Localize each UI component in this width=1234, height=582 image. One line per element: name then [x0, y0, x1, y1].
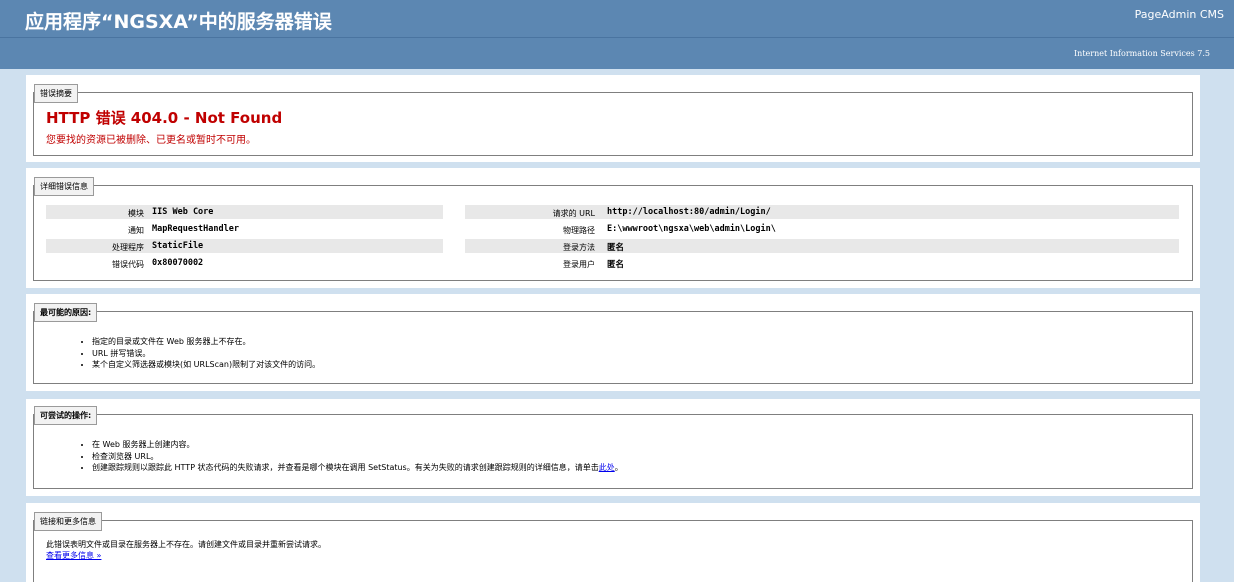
list-item: 创建跟踪规则以跟踪此 HTTP 状态代码的失败请求，并查看是哪个模块在调用 Se… [92, 462, 623, 474]
detail-label: 登录方法 [563, 243, 595, 252]
actions-panel: 在 Web 服务器上创建内容。 检查浏览器 URL。 创建跟踪规则以跟踪此 HT… [26, 399, 1200, 496]
detail-label: 错误代码 [112, 260, 144, 269]
server-bar: Internet Information Services 7.5 [0, 38, 1234, 69]
detail-row: 错误代码 0x80070002 [46, 256, 443, 270]
error-title: HTTP 错误 404.0 - Not Found [46, 109, 283, 127]
causes-list: 指定的目录或文件在 Web 服务器上不存在。 URL 拼写错误。 某个自定义筛选… [92, 336, 320, 371]
detail-label: 登录用户 [563, 260, 595, 269]
page-header: 应用程序“NGSXA”中的服务器错误 PageAdmin CMS [0, 0, 1234, 38]
detail-value: 匿名 [607, 243, 625, 253]
detail-label: 物理路径 [563, 226, 595, 235]
detail-row: 处理程序 StaticFile [46, 239, 443, 253]
cms-label: PageAdmin CMS [1134, 8, 1224, 21]
more-info-legend: 链接和更多信息 [34, 512, 102, 531]
list-item: 在 Web 服务器上创建内容。 [92, 439, 623, 451]
actions-fieldset: 在 Web 服务器上创建内容。 检查浏览器 URL。 创建跟踪规则以跟踪此 HT… [33, 414, 1193, 489]
detail-value: StaticFile [152, 241, 204, 251]
list-item: 指定的目录或文件在 Web 服务器上不存在。 [92, 336, 320, 348]
detail-label: 通知 [128, 226, 144, 235]
page-title: 应用程序“NGSXA”中的服务器错误 [25, 11, 332, 33]
detail-row: 模块 IIS Web Core [46, 205, 443, 219]
list-item: URL 拼写错误。 [92, 348, 320, 360]
list-item: 检查浏览器 URL。 [92, 451, 623, 463]
more-info-text: 此错误表明文件或目录在服务器上不存在。请创建文件或目录并重新尝试请求。 [46, 540, 326, 549]
detail-value: 0x80070002 [152, 258, 204, 268]
detail-value: MapRequestHandler [152, 224, 239, 234]
trace-rules-link[interactable]: 此处 [599, 463, 615, 472]
action-text-end: 。 [614, 463, 623, 472]
detail-value: E:\wwwroot\ngsxa\web\admin\Login\ [607, 224, 776, 234]
detail-row: 登录方法 匿名 [465, 239, 1179, 253]
summary-legend: 错误摘要 [34, 84, 78, 103]
detail-value: http://localhost:80/admin/Login/ [607, 207, 771, 217]
more-info-panel: 此错误表明文件或目录在服务器上不存在。请创建文件或目录并重新尝试请求。 查看更多… [26, 503, 1200, 582]
list-item: 某个自定义筛选器或模块(如 URLScan)限制了对该文件的访问。 [92, 359, 320, 371]
causes-fieldset: 指定的目录或文件在 Web 服务器上不存在。 URL 拼写错误。 某个自定义筛选… [33, 311, 1193, 384]
actions-legend: 可尝试的操作: [34, 406, 98, 425]
causes-panel: 指定的目录或文件在 Web 服务器上不存在。 URL 拼写错误。 某个自定义筛选… [26, 294, 1200, 391]
error-message: 您要找的资源已被删除、已更名或暂时不可用。 [46, 135, 256, 146]
actions-list: 在 Web 服务器上创建内容。 检查浏览器 URL。 创建跟踪规则以跟踪此 HT… [92, 439, 623, 474]
detail-label: 模块 [128, 209, 144, 218]
detail-row: 请求的 URL http://localhost:80/admin/Login/ [465, 205, 1179, 219]
more-info-fieldset: 此错误表明文件或目录在服务器上不存在。请创建文件或目录并重新尝试请求。 查看更多… [33, 520, 1193, 582]
server-version: Internet Information Services 7.5 [1074, 49, 1210, 58]
causes-legend: 最可能的原因: [34, 303, 98, 322]
detail-value: IIS Web Core [152, 207, 214, 217]
details-panel: 模块 IIS Web Core 通知 MapRequestHandler 处理程… [26, 168, 1200, 288]
detail-row: 登录用户 匿名 [465, 256, 1179, 270]
more-info-link[interactable]: 查看更多信息 » [46, 550, 101, 561]
details-legend: 详细错误信息 [34, 177, 94, 196]
detail-value: 匿名 [607, 260, 625, 270]
summary-panel: HTTP 错误 404.0 - Not Found 您要找的资源已被删除、已更名… [26, 75, 1200, 162]
detail-label: 请求的 URL [552, 209, 595, 218]
details-fieldset: 模块 IIS Web Core 通知 MapRequestHandler 处理程… [33, 185, 1193, 281]
detail-row: 通知 MapRequestHandler [46, 222, 443, 236]
action-text: 创建跟踪规则以跟踪此 HTTP 状态代码的失败请求，并查看是哪个模块在调用 Se… [92, 463, 599, 472]
summary-fieldset: HTTP 错误 404.0 - Not Found 您要找的资源已被删除、已更名… [33, 92, 1193, 156]
detail-label: 处理程序 [112, 243, 144, 252]
detail-row: 物理路径 E:\wwwroot\ngsxa\web\admin\Login\ [465, 222, 1179, 236]
